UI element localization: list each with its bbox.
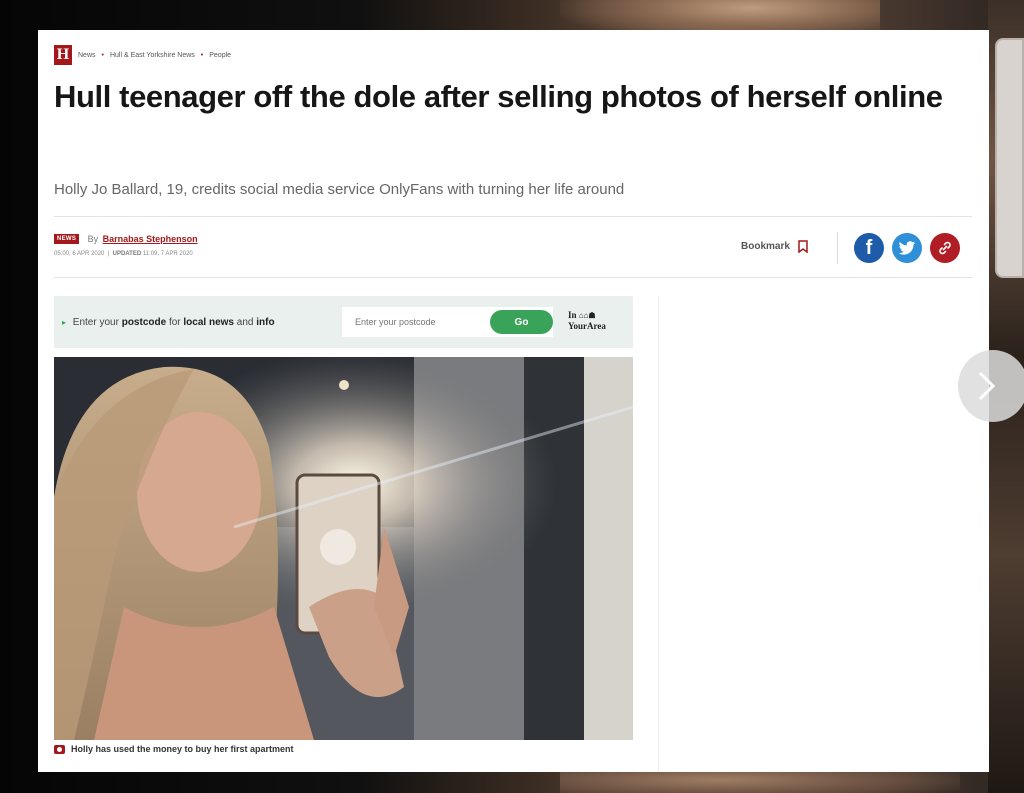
facebook-share-button[interactable]: f: [854, 233, 884, 263]
chevron-right-icon: [978, 371, 996, 401]
arrow-icon: ▸: [62, 317, 67, 327]
site-logo[interactable]: H: [54, 45, 72, 65]
postcode-widget: ▸ Enter your postcode for local news and…: [54, 296, 633, 348]
postcode-prompt: ▸ Enter your postcode for local news and…: [62, 317, 275, 328]
twitter-icon: [898, 240, 916, 255]
postcode-go-button[interactable]: Go: [490, 310, 553, 334]
next-slide-button[interactable]: [958, 350, 1024, 422]
breadcrumb-item-news[interactable]: News: [78, 52, 96, 59]
article-dates: 05:00, 6 APR 2020 | UPDATED 11:09, 7 APR…: [54, 251, 193, 257]
column-divider: [658, 296, 659, 772]
breadcrumb-item-hull[interactable]: Hull & East Yorkshire News: [110, 52, 195, 59]
bookmark-icon: [798, 240, 808, 253]
published-date: 05:00, 6 APR 2020: [54, 251, 105, 257]
postcode-prompt-prefix: Enter your: [72, 316, 119, 328]
divider-vertical: [837, 232, 838, 264]
postcode-prompt-mid1: for: [168, 316, 181, 328]
bookmark-label: Bookmark: [741, 241, 790, 252]
photo-caption-text: Holly has used the money to buy her firs…: [71, 744, 294, 754]
bookmark-button[interactable]: Bookmark: [741, 240, 808, 253]
inyourarea-logo-line1: In: [568, 310, 577, 320]
byline: NEWS By Barnabas Stephenson: [54, 230, 198, 248]
inyourarea-logo-line2: YourArea: [568, 321, 606, 331]
article-headline: Hull teenager off the dole after selling…: [54, 79, 943, 114]
updated-label: UPDATED: [112, 251, 142, 257]
divider: [54, 216, 972, 217]
updated-date: 11:09, 7 APR 2020: [142, 251, 193, 257]
article-photo[interactable]: [54, 357, 633, 740]
twitter-share-button[interactable]: [892, 233, 922, 263]
postcode-prompt-bold3: info: [256, 316, 275, 328]
by-label: By: [87, 233, 99, 244]
breadcrumb-separator: •: [200, 51, 204, 59]
house-icon: ⌂⌂☗: [578, 311, 596, 320]
divider: [54, 277, 972, 278]
camera-icon: [54, 744, 65, 754]
article-page: H News • Hull & East Yorkshire News • Pe…: [38, 30, 989, 772]
breadcrumb-separator: •: [101, 51, 104, 59]
facebook-icon: f: [865, 236, 873, 259]
article-photo-image: [54, 357, 633, 740]
breadcrumb-item-people[interactable]: People: [209, 52, 231, 59]
postcode-prompt-bold1: postcode: [121, 316, 167, 328]
news-badge: NEWS: [54, 233, 80, 244]
background-phone: [995, 38, 1024, 278]
photo-caption: Holly has used the money to buy her firs…: [54, 744, 294, 754]
inyourarea-logo[interactable]: In ⌂⌂☗ YourArea: [568, 310, 606, 332]
copy-link-button[interactable]: [930, 233, 960, 263]
postcode-prompt-mid2: and: [236, 316, 254, 328]
article-standfirst: Holly Jo Ballard, 19, credits social med…: [54, 181, 625, 198]
author-link[interactable]: Barnabas Stephenson: [103, 234, 198, 244]
postcode-prompt-bold2: local news: [183, 316, 234, 328]
breadcrumb: H News • Hull & East Yorkshire News • Pe…: [54, 45, 231, 65]
link-icon: [939, 241, 951, 255]
